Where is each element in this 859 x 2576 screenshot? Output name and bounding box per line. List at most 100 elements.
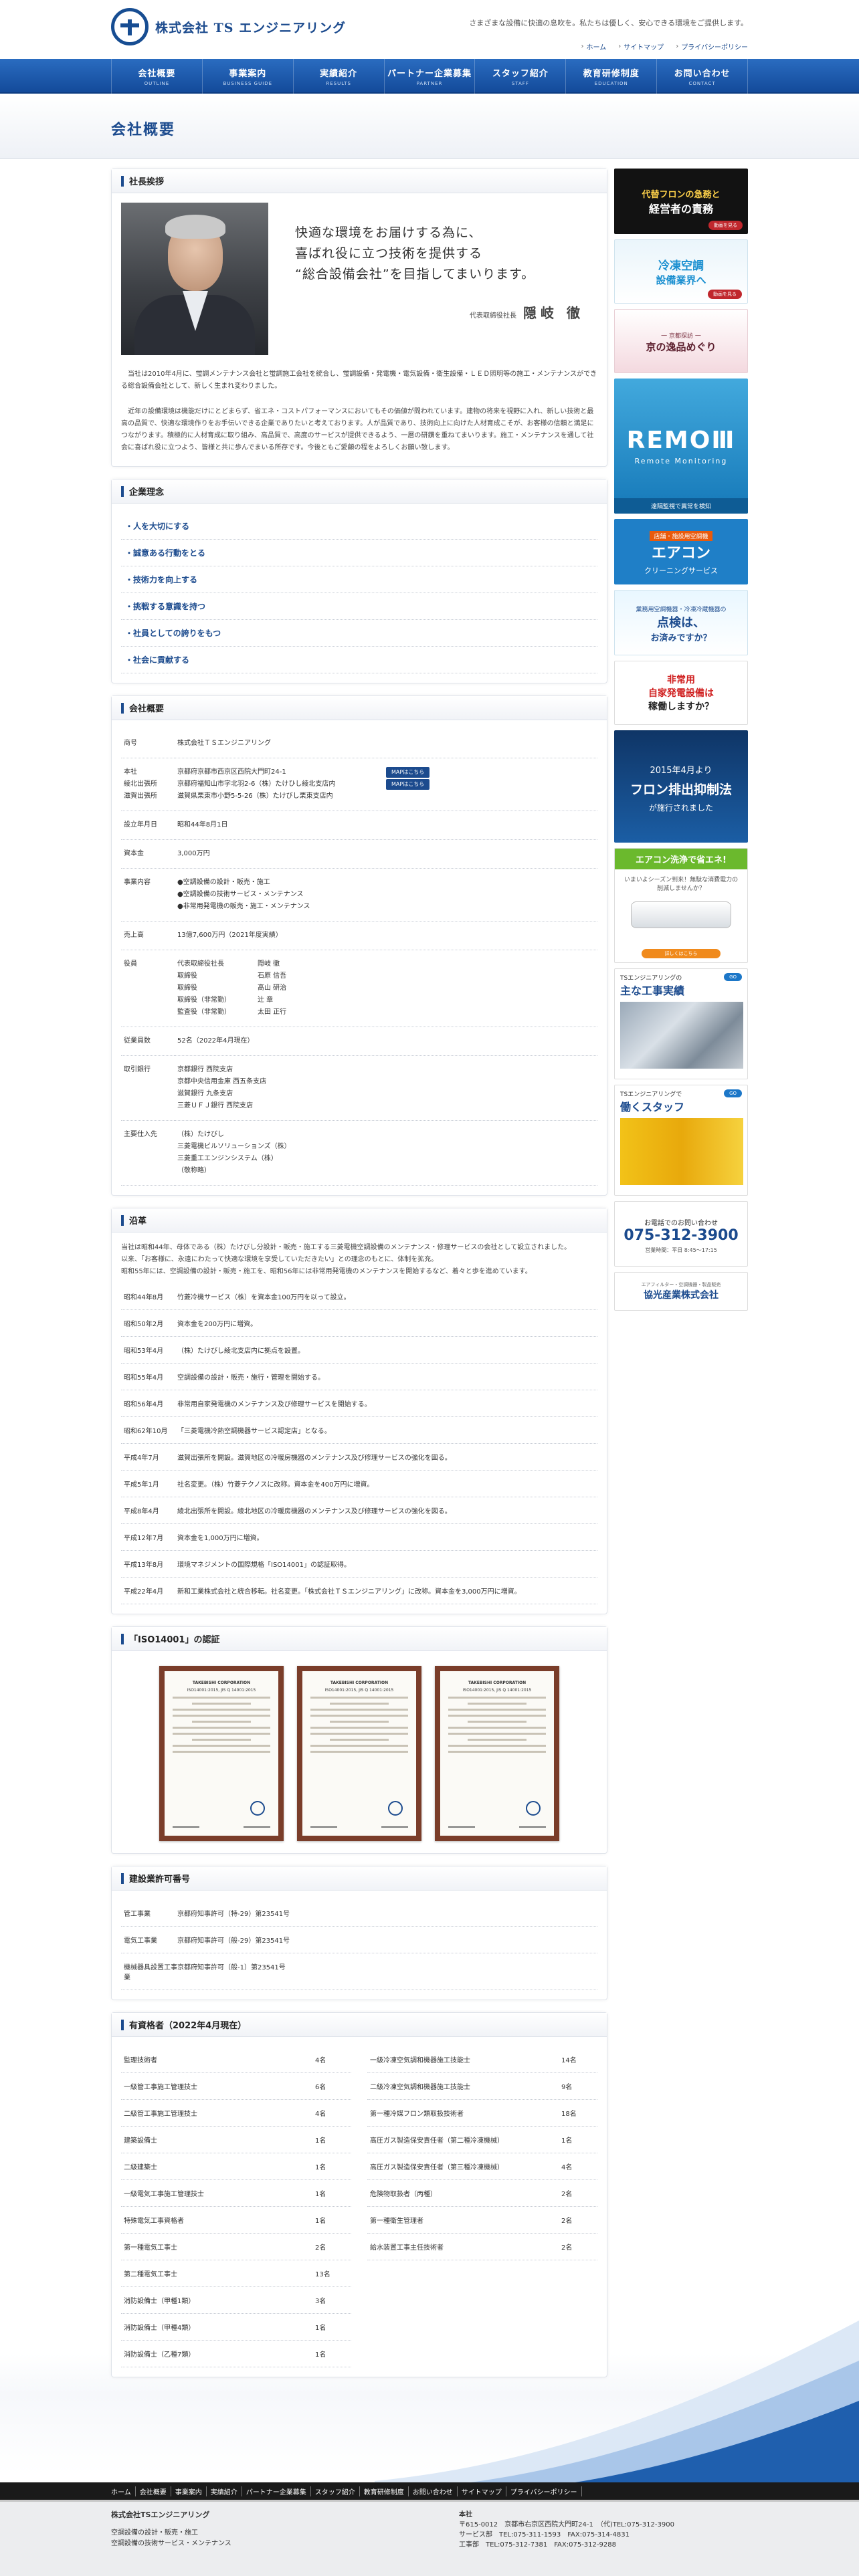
history-date: 平成22年4月 bbox=[124, 1588, 164, 1596]
qualification-name: 高圧ガス製造保安責任者（第二種冷凍機械） bbox=[370, 2137, 504, 2145]
banner-text: 稼働しますか？ bbox=[648, 702, 714, 712]
officer-name: 隠岐 徹 bbox=[258, 960, 280, 968]
table-row: 取引銀行 京都銀行 西院支店 京都中央信用金庫 西五条支店 滋賀銀行 九条支店 三菱ＵＦ… bbox=[121, 1055, 597, 1121]
qualification-name: 消防設備士（甲種1類） bbox=[124, 2298, 195, 2305]
util-link-privacy[interactable]: プライバシーポリシー bbox=[676, 41, 748, 51]
history-date: 昭和44年8月 bbox=[124, 1294, 164, 1301]
philosophy-section: 企業理念 人を大切にする 誠意ある行動をとる 技術力を向上する 挑戦する意識を持… bbox=[111, 479, 607, 683]
nav-item-outline[interactable]: 会社概要 OUTLINE bbox=[111, 59, 203, 94]
cert-company: TAKEBISHI CORPORATION bbox=[330, 1681, 389, 1685]
officer-role: 取締役 bbox=[177, 972, 197, 980]
banner-text: フロン排出抑制法 bbox=[630, 782, 732, 797]
banner-text: 冷凍空調 bbox=[658, 259, 704, 273]
footer-nav-link[interactable]: サイトマップ bbox=[458, 2486, 506, 2496]
qualification-name: 建築設備士 bbox=[124, 2137, 157, 2145]
row-value: ●空調設備の技術サービス・メンテナンス bbox=[177, 891, 304, 898]
nav-sublabel: CONTACT bbox=[688, 81, 716, 86]
footer-nav-link[interactable]: ホーム bbox=[111, 2486, 136, 2496]
qualification-name: 一級管工事施工管理技士 bbox=[124, 2084, 197, 2091]
banner-button: 動画を見る bbox=[708, 290, 742, 299]
footer-nav-link[interactable]: 実績紹介 bbox=[207, 2486, 242, 2496]
footer-nav-link[interactable]: プライバシーポリシー bbox=[506, 2486, 582, 2496]
banner-construction-results[interactable]: TSエンジニアリングの 主な工事実績 GO bbox=[614, 968, 748, 1079]
footer-company: 株式会社TSエンジニアリング bbox=[111, 2510, 210, 2519]
banner-freon-law[interactable]: 2015年4月より フロン排出抑制法 が施行されました bbox=[614, 730, 748, 843]
footer-nav-link[interactable]: 教育研修制度 bbox=[360, 2486, 409, 2496]
qualification-name: 危険物取扱者（丙種） bbox=[370, 2191, 437, 2198]
sign-name: 隠岐 徹 bbox=[523, 305, 584, 321]
qualification-count: 2名 bbox=[561, 2191, 573, 2198]
history-row: 昭和44年8月 竹菱冷機サービス（株）を資本金100万円を以って設立。 bbox=[121, 1283, 597, 1310]
officer-name: 高山 研治 bbox=[258, 984, 287, 992]
history-row: 昭和62年10月 「三菱電機冷熱空調機器サービス認定店」となる。 bbox=[121, 1417, 597, 1444]
banner-refrigeration-industry[interactable]: 冷凍空調 設備業界へ 動画を見る bbox=[614, 239, 748, 304]
banner-staff[interactable]: TSエンジニアリングで 働くスタッフ GO bbox=[614, 1085, 748, 1196]
logo[interactable]: 株式会社 TS エンジニアリング bbox=[111, 8, 346, 45]
util-link-sitemap[interactable]: サイトマップ bbox=[618, 41, 664, 51]
officer-name: 石原 信吾 bbox=[258, 972, 287, 980]
iso-section: 「ISO14001」の認証 TAKEBISHI CORPORATION ISO14… bbox=[111, 1626, 607, 1854]
sign-role: 代表取締役社長 bbox=[470, 312, 517, 320]
footer-nav-link[interactable]: スタッフ紹介 bbox=[311, 2486, 360, 2496]
nav-label: 実績紹介 bbox=[320, 69, 358, 79]
nav-label: スタッフ紹介 bbox=[492, 69, 549, 79]
map-button-north[interactable]: MAPはこちら bbox=[386, 779, 430, 790]
banner-emergency-generator[interactable]: 非常用 自家発電設備は 稼働しますか？ bbox=[614, 661, 748, 725]
officer-name: 太田 正行 bbox=[258, 1008, 287, 1016]
qualification-name: 監理技術者 bbox=[124, 2057, 157, 2064]
banner-freon-duty[interactable]: 代替フロンの急務と 経営者の責務 動画を見る bbox=[614, 169, 748, 234]
utility-links: ホーム サイトマップ プライバシーポリシー bbox=[581, 41, 748, 51]
nav-item-business[interactable]: 事業案内 BUSINESS GUIDE bbox=[203, 59, 294, 94]
qualified-row: 二級建築士 1名 bbox=[121, 2153, 351, 2180]
footer-nav-link[interactable]: 事業案内 bbox=[171, 2486, 207, 2496]
banner-phone[interactable]: お電話でのお問い合わせ 075-312-3900 営業時間：平日 8:45〜17… bbox=[614, 1201, 748, 1267]
philosophy-item: 挑戦する意識を持つ bbox=[121, 593, 597, 620]
util-link-home[interactable]: ホーム bbox=[581, 41, 606, 51]
cert-company: TAKEBISHI CORPORATION bbox=[468, 1681, 527, 1685]
qualification-name: 特殊電気工事資格者 bbox=[124, 2218, 184, 2225]
history-row: 平成13年8月 環境マネジメントの国際規格「ISO14001」の認証取得。 bbox=[121, 1551, 597, 1578]
banner-aircon-wash[interactable]: エアコン洗浄で省エネ! いまいよシーズン到来！無駄な消費電力の削減しませんか？ … bbox=[614, 848, 748, 963]
row-key: 資本金 bbox=[121, 839, 175, 869]
footer-nav-link[interactable]: お問い合わせ bbox=[409, 2486, 458, 2496]
banner-text: エアフィルター・空調機器・製品販売 bbox=[641, 1282, 721, 1287]
banner-kyoto-goods[interactable]: 一 京都探訪 一 京の逸品めぐり bbox=[614, 309, 748, 373]
banner-inspection[interactable]: 業務用空調機器・冷凍冷蔵機器の 点検は、 お済みですか？ bbox=[614, 590, 748, 655]
history-event: 空調設備の設計・販売・施行・管理を開始する。 bbox=[177, 1374, 324, 1382]
history-section: 沿革 当社は昭和44年、母体である（株）たけびし分設計・販売・施工する三菱電機空… bbox=[111, 1208, 607, 1614]
footer-nav-link[interactable]: パートナー企業募集 bbox=[242, 2486, 311, 2496]
table-row: 本社 綾北出張所 滋賀出張所 京都府京都市西京区西院大門町24-1 MAPはこちら 京… bbox=[121, 758, 597, 811]
banner-text: 遠隔監視で異常を検知 bbox=[614, 498, 748, 514]
staff-photo bbox=[620, 1118, 743, 1185]
qualification-name: 給水装置工事主任技術者 bbox=[370, 2244, 444, 2252]
banner-aircon-cleaning[interactable]: 店舗・施設用空調機 エアコン クリーニングサービス bbox=[614, 519, 748, 584]
banner-remo3[interactable]: REMOⅢ Remote Monitoring 遠隔監視で異常を検知 bbox=[614, 379, 748, 514]
qualification-count: 14名 bbox=[561, 2057, 577, 2064]
table-row: 主要仕入先 （株）たけびし 三菱電機ビルソリューションズ（株） 三菱重工エンジンシステ… bbox=[121, 1120, 597, 1186]
banner-text: 業務用空調機器・冷凍冷蔵機器の bbox=[636, 607, 727, 613]
license-type: 機械器具設置工事業 bbox=[124, 1964, 177, 1981]
history-date: 平成5年1月 bbox=[124, 1481, 159, 1489]
qualification-count: 2名 bbox=[561, 2244, 573, 2252]
supplier: （敬称略） bbox=[177, 1167, 211, 1174]
table-row: 商号 株式会社ＴＳエンジニアリング bbox=[121, 730, 597, 758]
map-button-hq[interactable]: MAPはこちら bbox=[386, 767, 430, 778]
footer-nav-link[interactable]: 会社概要 bbox=[136, 2486, 171, 2496]
nav-item-education[interactable]: 教育研修制度 EDUCATION bbox=[566, 59, 658, 94]
nav-item-partner[interactable]: パートナー企業募集 PARTNER bbox=[385, 59, 476, 94]
history-event: 滋賀出張所を開設。滋賀地区の冷暖房機器のメンテナンス及び修理サービスの強化を図る… bbox=[177, 1455, 452, 1462]
nav-item-results[interactable]: 実績紹介 RESULTS bbox=[294, 59, 385, 94]
nav-sublabel: RESULTS bbox=[326, 81, 351, 86]
catch-line-2: 喜ばれ役に立つ技術を提供する bbox=[295, 246, 483, 261]
catch-line-3: “総合設備会社”を目指してまいります。 bbox=[295, 267, 535, 282]
nav-item-contact[interactable]: お問い合わせ CONTACT bbox=[657, 59, 749, 94]
table-row: 資本金 3,000万円 bbox=[121, 839, 597, 869]
banner-kyoko-sangyo[interactable]: エアフィルター・空調機器・製品販売 協光産業株式会社 bbox=[614, 1272, 748, 1311]
history-event: 竹菱冷機サービス（株）を資本金100万円を以って設立。 bbox=[177, 1294, 351, 1301]
nav-label: 教育研修制度 bbox=[583, 69, 640, 79]
bank: 京都中央信用金庫 西五条支店 bbox=[177, 1078, 267, 1085]
footer-contact: サービス部 TEL:075-311-1593 FAX:075-314-4831 bbox=[459, 2531, 630, 2539]
qualification-name: 一級冷凍空気調和機器施工技能士 bbox=[370, 2057, 470, 2064]
cert-standard: ISO14001:2015, JIS Q 14001:2015 bbox=[462, 1688, 532, 1693]
nav-item-staff[interactable]: スタッフ紹介 STAFF bbox=[475, 59, 567, 94]
